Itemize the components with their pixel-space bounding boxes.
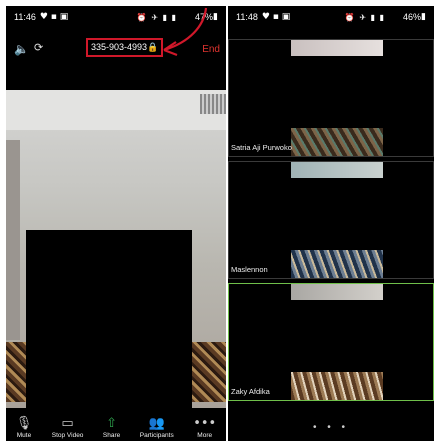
right-phone-screen: 11:48 ♥ ▪ ▣ ⏰ ✈ ▮ ▮ 46% ▮ Satria Aji Pur… bbox=[228, 6, 434, 441]
more-label: More bbox=[197, 432, 213, 439]
status-time: 11:46 bbox=[14, 12, 36, 22]
participant-tile[interactable]: Satria Aji Purwoko bbox=[228, 39, 434, 157]
participant-tile-active[interactable]: Zaky Afdika bbox=[228, 283, 434, 401]
mute-button[interactable]: 🎙 Mute bbox=[16, 416, 33, 439]
participant-tile[interactable]: Maslennon bbox=[228, 161, 434, 279]
battery-level-right: 46% bbox=[403, 12, 422, 22]
page-indicator-dots[interactable]: • • • bbox=[228, 422, 434, 433]
notification-icons-right: ♥ ▪ ▣ bbox=[261, 12, 291, 22]
participants-icon: 👥 bbox=[148, 416, 165, 431]
fabric-right bbox=[190, 342, 226, 402]
switch-camera-icon[interactable]: ⟳ bbox=[34, 41, 43, 54]
video-strip-bottom bbox=[291, 128, 383, 156]
microphone-icon: 🎙 bbox=[15, 416, 33, 431]
left-phone-screen: 11:46 ♥ ▪ ▣ ⏰ ✈ ▮ ▮ 47% ▮ 🔈 ⟳ 335-903-49… bbox=[6, 6, 226, 441]
video-strip-top bbox=[291, 40, 383, 56]
self-video-feed bbox=[6, 90, 226, 408]
ceiling-vent bbox=[200, 94, 226, 114]
door bbox=[6, 140, 20, 340]
participant-name: Maslennon bbox=[231, 265, 268, 274]
annotation-arrow bbox=[163, 7, 208, 57]
video-strip-top bbox=[291, 284, 383, 300]
stop-video-label: Stop Video bbox=[51, 432, 84, 439]
stop-video-button[interactable]: ▭ Stop Video bbox=[52, 416, 84, 439]
video-strip-bottom bbox=[291, 372, 383, 400]
speaker-icon[interactable]: 🔈 bbox=[14, 42, 29, 56]
mute-label: Mute bbox=[16, 432, 32, 439]
share-button[interactable]: ⇧ Share bbox=[103, 416, 120, 439]
more-button[interactable]: ••• More bbox=[193, 416, 216, 439]
notification-icons: ♥ ▪ ▣ bbox=[39, 12, 69, 22]
status-time-right: 11:48 bbox=[236, 12, 258, 22]
meeting-id-text: 335-903-4993 bbox=[91, 42, 148, 52]
status-bar-right: 11:48 ♥ ▪ ▣ ⏰ ✈ ▮ ▮ 46% ▮ bbox=[228, 6, 434, 28]
signal-icons-right: ⏰ ✈ ▮ ▮ bbox=[344, 12, 386, 22]
share-icon: ⇧ bbox=[106, 416, 118, 431]
video-strip-bottom bbox=[291, 250, 383, 278]
meeting-toolbar: 🎙 Mute ▭ Stop Video ⇧ Share 👥 Participan… bbox=[6, 405, 226, 441]
share-label: Share bbox=[102, 432, 121, 439]
redacted-person bbox=[26, 230, 192, 408]
ceiling bbox=[6, 90, 226, 130]
participant-name: Satria Aji Purwoko bbox=[231, 143, 292, 152]
participant-name: Zaky Afdika bbox=[231, 387, 270, 396]
video-camera-icon: ▭ bbox=[61, 416, 74, 431]
more-icon: ••• bbox=[193, 416, 217, 431]
participants-button[interactable]: 👥 Participants bbox=[140, 416, 174, 439]
battery-icon-right: ▮ bbox=[421, 12, 426, 22]
participants-label: Participants bbox=[139, 432, 174, 439]
video-strip-top bbox=[291, 162, 383, 178]
